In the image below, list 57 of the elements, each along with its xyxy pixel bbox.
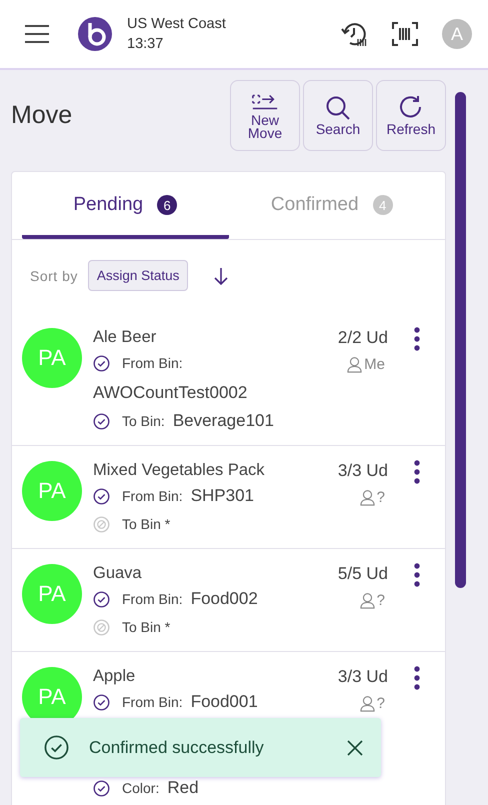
- more-options-icon[interactable]: [414, 563, 420, 587]
- quantity: 3/3 Ud: [338, 460, 388, 482]
- assignee: ?: [376, 695, 385, 712]
- menu-icon[interactable]: [25, 25, 49, 43]
- field-value: Food001: [190, 691, 258, 713]
- assignee: Me: [364, 356, 385, 373]
- refresh-button[interactable]: Refresh: [376, 80, 446, 151]
- check-circle-icon: [44, 735, 69, 760]
- close-icon[interactable]: [347, 740, 363, 756]
- move-arrow-icon: [251, 92, 279, 112]
- more-options-icon[interactable]: [414, 460, 420, 484]
- search-icon: [325, 95, 351, 121]
- quantity: 2/2 Ud: [338, 327, 388, 349]
- person-icon: [360, 695, 375, 712]
- new-move-button[interactable]: New Move: [230, 80, 300, 151]
- quantity: 3/3 Ud: [338, 666, 388, 688]
- field-label: To Bin *: [122, 515, 170, 534]
- field-label: From Bin:: [122, 590, 183, 609]
- search-button[interactable]: Search: [303, 80, 373, 151]
- person-icon: [360, 489, 375, 506]
- person-icon: [347, 356, 362, 373]
- item-avatar: PA: [22, 564, 82, 624]
- more-options-icon[interactable]: [414, 327, 420, 351]
- tab[interactable]: Pending 6: [22, 172, 228, 239]
- field-label: From Bin:: [122, 487, 183, 506]
- field-value: Food002: [190, 588, 258, 610]
- logo-icon: [77, 16, 113, 52]
- assignee: ?: [376, 489, 385, 506]
- sort-label: Sort by: [30, 268, 78, 284]
- barcode-scan-icon[interactable]: [392, 22, 418, 46]
- item-name: Apple: [93, 666, 136, 687]
- clock-time: 13:37: [127, 35, 164, 54]
- item-name: Guava: [93, 563, 143, 584]
- region-name: US West Coast: [127, 15, 227, 34]
- item-name: Mixed Vegetables Pack: [93, 460, 266, 481]
- sort-direction-icon[interactable]: [214, 266, 228, 284]
- field-label: From Bin:: [122, 693, 183, 712]
- field-value: AWOCountTest0002: [93, 382, 248, 404]
- scrollbar[interactable]: [455, 92, 466, 588]
- more-options-icon[interactable]: [414, 666, 420, 690]
- toast-message: Confirmed successfully: [89, 738, 265, 758]
- field-value: SHP301: [190, 485, 254, 507]
- item-avatar: PA: [22, 328, 82, 388]
- item-name: Ale Beer: [93, 327, 158, 348]
- field-value: Red: [167, 777, 199, 799]
- history-icon[interactable]: [340, 20, 368, 48]
- page-title: Move: [11, 101, 72, 130]
- field-label: Color:: [122, 779, 160, 798]
- field-label: To Bin:: [122, 412, 165, 431]
- sort-field-chip[interactable]: Assign Status: [88, 260, 188, 291]
- field-label: From Bin:: [122, 354, 183, 373]
- field-label: To Bin *: [122, 618, 170, 637]
- assignee: ?: [376, 592, 385, 609]
- field-value: Beverage101: [172, 410, 274, 432]
- person-icon: [360, 592, 375, 609]
- quantity: 5/5 Ud: [338, 563, 388, 585]
- item-avatar: PA: [22, 461, 82, 521]
